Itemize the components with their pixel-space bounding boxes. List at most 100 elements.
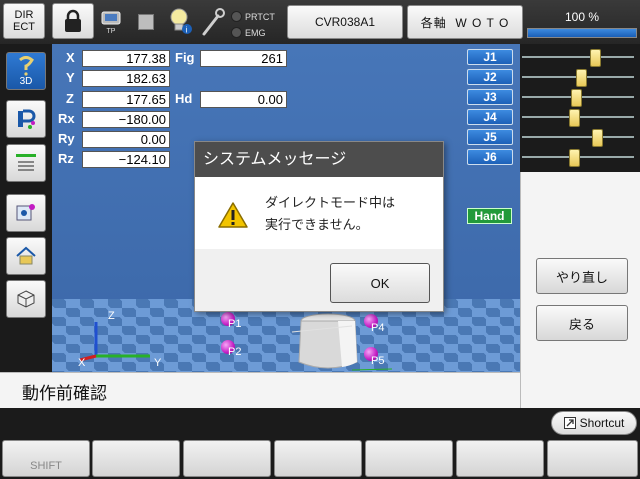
joint-j3-button[interactable]: J3 — [467, 89, 513, 105]
tp-label: TP — [106, 28, 116, 35]
redo-label: やり直し — [555, 269, 608, 285]
joint-j6-slider[interactable] — [522, 149, 634, 167]
redo-button[interactable]: やり直し — [536, 258, 628, 294]
point-label: P1 — [228, 318, 242, 330]
function-key-3[interactable] — [183, 440, 271, 477]
dialog-message-line-1: ダイレクトモード中は — [265, 195, 396, 210]
joint-j5-slider[interactable] — [522, 129, 634, 147]
system-message-dialog: システムメッセージ ダイレクトモード中は 実行できません。 OK — [194, 141, 444, 312]
hd-label: Hd — [175, 91, 193, 106]
svg-text:i: i — [186, 26, 188, 35]
emg-dot-icon — [231, 27, 242, 38]
coord-label-rx: Rx — [58, 111, 75, 126]
list-settings-icon — [16, 154, 36, 171]
lock-icon — [65, 9, 81, 32]
joint-j1-slider[interactable] — [522, 49, 634, 67]
joint-j2-slider[interactable] — [522, 69, 634, 87]
coord-value-rx: −180.00 — [82, 111, 170, 128]
emg-label: EMG — [245, 27, 266, 38]
slider-knob[interactable] — [589, 49, 601, 67]
back-button[interactable]: 戻る — [536, 305, 628, 341]
speed-label: 100 % — [564, 10, 600, 24]
protect-indicator: PRTCT — [231, 11, 275, 22]
slider-knob[interactable] — [592, 129, 604, 147]
point-edit-icon — [18, 109, 36, 129]
joint-j4-slider[interactable] — [522, 109, 634, 127]
point-label: P2 — [228, 346, 242, 358]
lock-button[interactable] — [52, 3, 94, 39]
hand-indicator[interactable]: Hand — [467, 208, 512, 224]
joint-j6-button[interactable]: J6 — [467, 149, 513, 165]
joint-j1-button[interactable]: J1 — [467, 49, 513, 65]
teach-pendant-icon — [101, 11, 121, 25]
coord-label-rz: Rz — [58, 151, 74, 166]
slider-knob[interactable] — [575, 69, 587, 87]
coord-label-y: Y — [66, 70, 75, 85]
bulb-icon: i — [168, 6, 194, 38]
coord-value-x: 177.38 — [82, 50, 170, 67]
home-icon — [16, 246, 36, 265]
function-key-2[interactable] — [92, 440, 180, 477]
point-add-icon — [16, 204, 35, 221]
status-text: 動作前確認 — [22, 384, 107, 403]
point-edit-button[interactable] — [6, 100, 46, 138]
joint-j3-slider[interactable] — [522, 89, 634, 107]
joint-j2-button[interactable]: J2 — [467, 69, 513, 85]
home-button[interactable] — [6, 237, 46, 275]
dialog-title: システムメッセージ — [195, 142, 443, 177]
settings-list-button[interactable] — [6, 144, 46, 182]
object-button[interactable] — [6, 280, 46, 318]
shortcut-label: Shortcut — [579, 416, 625, 430]
warning-icon — [218, 202, 248, 228]
shortcut-button[interactable]: Shortcut — [551, 411, 637, 435]
cube-icon — [17, 290, 35, 308]
coord-label-z: Z — [66, 91, 74, 106]
speed-bar[interactable] — [527, 28, 637, 38]
dialog-message-line-2: 実行できません。 — [265, 217, 369, 232]
speed-bar-fill — [528, 29, 636, 37]
joint-j4-button[interactable]: J4 — [467, 109, 513, 125]
function-key-7[interactable] — [547, 440, 638, 477]
protect-label: PRTCT — [245, 11, 275, 22]
protect-dot-icon — [231, 11, 242, 22]
function-key-shift[interactable]: SHIFT — [2, 440, 90, 477]
3d-view-icon — [19, 55, 34, 76]
function-key-5[interactable] — [365, 440, 453, 477]
point-add-button[interactable] — [6, 194, 46, 232]
joint-j5-button[interactable]: J5 — [467, 129, 513, 145]
back-label: 戻る — [568, 316, 595, 332]
ok-button[interactable]: OK — [330, 263, 430, 303]
coord-value-z: 177.65 — [82, 91, 170, 108]
axis-mode-button[interactable]: 各軸 W O T O — [407, 5, 523, 39]
ok-label: OK — [370, 275, 390, 291]
fig-value: 261 — [200, 50, 287, 67]
teach-pendant-indicator: TP — [100, 10, 122, 40]
stop-indicator-icon — [138, 14, 154, 30]
wrench-icon — [198, 6, 228, 38]
dialog-body: ダイレクトモード中は 実行できません。 — [195, 177, 443, 249]
emg-indicator: EMG — [231, 27, 266, 38]
program-name-label: CVR038A1 — [314, 15, 376, 29]
function-key-4[interactable] — [274, 440, 362, 477]
view-3d-button[interactable]: 3D — [6, 52, 46, 90]
coord-value-ry: 0.00 — [82, 131, 170, 148]
direct-button[interactable]: DIR ECT — [3, 3, 45, 39]
point-label: P4 — [371, 322, 385, 334]
slider-knob[interactable] — [571, 89, 583, 107]
program-name-button[interactable]: CVR038A1 — [287, 5, 403, 39]
hd-value: 0.00 — [200, 91, 287, 108]
axis-x-label: X — [78, 357, 86, 369]
function-key-label: SHIFT — [30, 460, 62, 472]
coord-value-y: 182.63 — [82, 70, 170, 87]
function-key-6[interactable] — [456, 440, 544, 477]
axis-y-label: Y — [154, 357, 162, 369]
point-label: P5 — [371, 355, 385, 367]
coord-label-x: X — [66, 50, 75, 65]
slider-knob[interactable] — [569, 109, 581, 127]
axis-mode-label: 各軸 W O T O — [420, 15, 510, 30]
slider-knob[interactable] — [569, 149, 581, 167]
shortcut-arrow-icon — [563, 417, 576, 429]
view-3d-label: 3D — [19, 75, 33, 87]
axis-z-label: Z — [108, 310, 115, 322]
direct-label: DIR ECT — [13, 9, 35, 33]
